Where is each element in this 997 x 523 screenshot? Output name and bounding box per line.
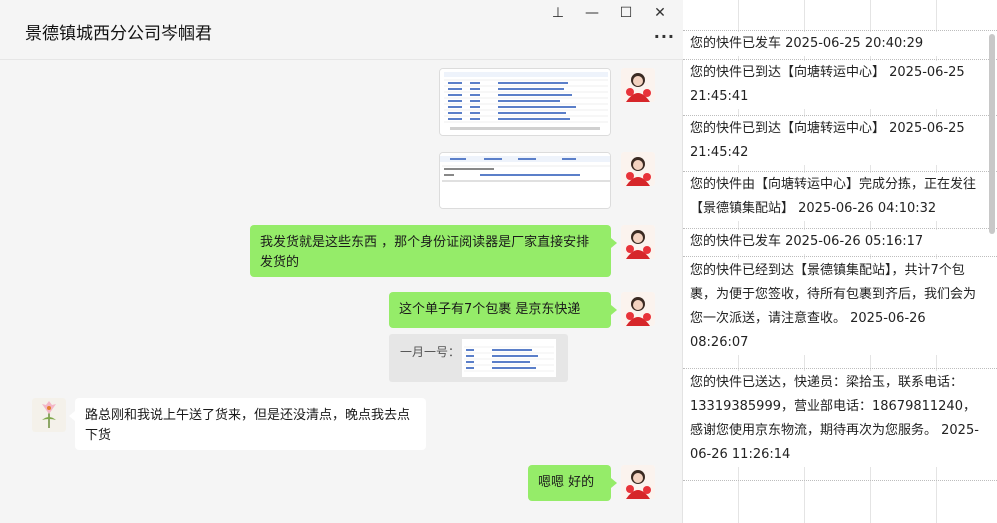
my-message-bubble[interactable]: 我发货就是这些东西 ，那个身份证阅读器是厂家直接安排发货的 [250,225,617,277]
tracking-row: 您的快件已发车 2025-06-26 05:16:17 [683,229,997,257]
scrollbar-thumb[interactable] [989,34,995,234]
tracking-event: 您的快件已发车 2025-06-25 20:40:29 [690,32,980,56]
image-message[interactable] [439,68,611,136]
chat-title: 景德镇城西分公司岑帼君 [25,24,212,44]
tracking-event: 您的快件已到达【向塘转运中心】 2025-06-25 21:45:41 [690,61,980,109]
tracking-row: 您的快件已发车 2025-06-25 20:40:29 [683,30,997,60]
tracking-event: 您的快件已经到达【景德镇集配站】，共计7个包裹，为便于您签收，待所有包裹到齐后，… [690,259,980,355]
window-controls: ⊥ — ☐ ✕ [541,2,677,24]
more-options-icon[interactable]: ··· [654,27,675,46]
tracking-event: 您的快件已发车 2025-06-26 05:16:17 [690,230,980,254]
tracking-row: 您的快件由【向塘转运中心】完成分拣，正在发往【景德镇集配站】 2025-06-2… [683,172,997,229]
my-avatar[interactable] [621,225,655,259]
spreadsheet-thumbnail [440,69,610,135]
quoted-message[interactable]: 一月一号： [389,334,568,382]
maximize-button[interactable]: ☐ [609,2,643,24]
my-avatar[interactable] [621,152,655,186]
close-button[interactable]: ✕ [643,2,677,24]
tracking-row: 您的快件已到达【向塘转运中心】 2025-06-25 21:45:42 [683,116,997,172]
tracking-row: 您的快件已经到达【景德镇集配站】，共计7个包裹，为便于您签收，待所有包裹到齐后，… [683,257,997,369]
my-avatar[interactable] [621,465,655,499]
tracking-event: 您的快件已送达，快递员：梁拾玉，联系电话：13319385999，营业部电话：1… [690,371,980,467]
tracking-panel: 您的快件已发车 2025-06-25 20:40:29 您的快件已到达【向塘转运… [683,0,997,523]
tracking-row: 您的快件已送达，快递员：梁拾玉，联系电话：13319385999，营业部电话：1… [683,369,997,481]
image-message[interactable] [439,152,611,209]
my-message-bubble[interactable]: 嗯嗯 好的 [528,465,617,501]
chat-window: 景德镇城西分公司岑帼君 ⊥ — ☐ ✕ ··· 我发货就是这些东西 ，那个身份证… [0,0,683,523]
my-avatar[interactable] [621,292,655,326]
tracking-row: 您的快件已到达【向塘转运中心】 2025-06-25 21:45:41 [683,60,997,116]
tracking-event: 您的快件由【向塘转运中心】完成分拣，正在发往【景德镇集配站】 2025-06-2… [690,173,980,221]
quote-label: 一月一号： [400,345,461,359]
quoted-image-thumbnail [462,339,556,377]
pin-icon[interactable]: ⊥ [541,2,575,24]
my-avatar[interactable] [621,68,655,102]
contact-message-bubble[interactable]: 路总刚和我说上午送了货来，但是还没清点，晚点我去点下货 [69,398,426,450]
contact-avatar[interactable] [32,398,66,432]
minimize-button[interactable]: — [575,2,609,24]
tracking-event: 您的快件已到达【向塘转运中心】 2025-06-25 21:45:42 [690,117,980,165]
spreadsheet-thumbnail [440,153,610,208]
my-message-bubble[interactable]: 这个单子有7个包裹 是京东快递 [389,292,617,328]
chat-header: 景德镇城西分公司岑帼君 ⊥ — ☐ ✕ ··· [0,0,683,60]
